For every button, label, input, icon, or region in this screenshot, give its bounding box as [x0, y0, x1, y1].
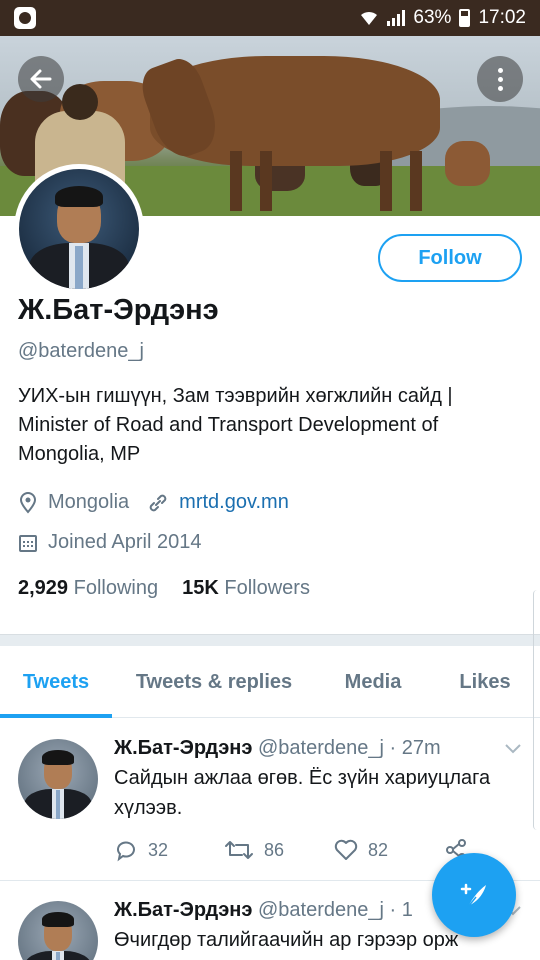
profile-name: Ж.Бат-Эрдэнэ — [18, 294, 219, 326]
reply-count: 32 — [148, 839, 169, 860]
tab-media[interactable]: Media — [326, 646, 420, 718]
notification-app-icon — [14, 7, 36, 29]
tweet-author-handle: @baterdene_j — [257, 737, 384, 759]
profile-meta-location: Mongolia mrtd.gov.mn — [18, 491, 289, 514]
followers-count: 15K — [182, 577, 219, 599]
tweet-text: Сайдын ажлаа өгөв. Ёс зүйн хариуцлага хү… — [114, 767, 491, 819]
profile-location: Mongolia — [48, 491, 130, 513]
retweet-count: 86 — [264, 839, 285, 860]
compose-tweet-icon — [460, 883, 486, 908]
compose-tweet-button[interactable] — [432, 853, 516, 937]
location-pin-icon — [18, 491, 38, 514]
like-count: 82 — [368, 839, 389, 860]
tweet-author-avatar[interactable] — [18, 739, 98, 819]
following-stat[interactable]: 2,929 Following — [18, 577, 158, 600]
scroll-indicator[interactable] — [533, 590, 540, 830]
back-arrow-icon — [30, 69, 52, 89]
tweet-author-handle: @baterdene_j — [257, 899, 384, 921]
retweet-icon — [225, 841, 253, 859]
battery-icon — [459, 9, 471, 27]
followers-label: Followers — [224, 577, 310, 599]
tweet-author-avatar[interactable] — [18, 901, 98, 960]
status-bar: 63% 17:02 — [0, 0, 540, 36]
link-icon — [147, 492, 169, 514]
reply-button[interactable]: 32 — [114, 838, 224, 862]
like-button[interactable]: 82 — [334, 839, 444, 861]
signal-icon — [387, 10, 406, 26]
retweet-button[interactable]: 86 — [224, 838, 334, 862]
following-count: 2,929 — [18, 577, 69, 599]
section-divider — [0, 634, 540, 646]
tweet-author-name: Ж.Бат-Эрдэнэ — [114, 899, 253, 921]
profile-website-link[interactable]: mrtd.gov.mn — [179, 491, 289, 514]
clock: 17:02 — [478, 7, 526, 28]
profile-joined-date: Joined April 2014 — [48, 531, 202, 553]
more-vertical-icon — [497, 67, 503, 73]
profile-bio: УИХ-ын гишүүн, Зам тээврийн хөгжлийн сай… — [18, 385, 453, 465]
back-button[interactable] — [18, 56, 64, 102]
tweet-header: Ж.Бат-Эрдэнэ @baterdene_j · 1 — [114, 899, 413, 922]
more-options-button[interactable] — [477, 56, 523, 102]
following-label: Following — [73, 577, 159, 599]
calendar-icon — [18, 533, 38, 553]
tweet-author-name: Ж.Бат-Эрдэнэ — [114, 737, 253, 759]
profile-meta-joined: Joined April 2014 — [18, 531, 201, 554]
wifi-icon — [361, 11, 378, 25]
tweet-actions: 32 86 82 — [114, 838, 468, 862]
reply-icon — [117, 841, 135, 862]
profile-avatar[interactable] — [14, 164, 144, 294]
follow-counts: 2,929 Following 15K Followers — [18, 577, 310, 600]
profile-tabs: Tweets Tweets & replies Media Likes — [0, 646, 540, 718]
tweet-timestamp: · 27m — [389, 737, 441, 759]
followers-stat[interactable]: 15K Followers — [182, 577, 310, 600]
heart-icon — [334, 839, 358, 860]
tab-tweets-and-replies[interactable]: Tweets & replies — [122, 646, 306, 718]
follow-button[interactable]: Follow — [378, 234, 522, 282]
tab-likes[interactable]: Likes — [440, 646, 530, 718]
tweet-timestamp: · 1 — [389, 899, 413, 921]
tweet-header: Ж.Бат-Эрдэнэ @baterdene_j · 27m — [114, 737, 441, 760]
tab-tweets[interactable]: Tweets — [0, 646, 112, 718]
battery-percent: 63% — [413, 7, 452, 28]
chevron-down-icon[interactable] — [504, 739, 522, 760]
profile-handle: @baterdene_j — [18, 340, 144, 362]
active-tab-indicator — [0, 714, 112, 718]
